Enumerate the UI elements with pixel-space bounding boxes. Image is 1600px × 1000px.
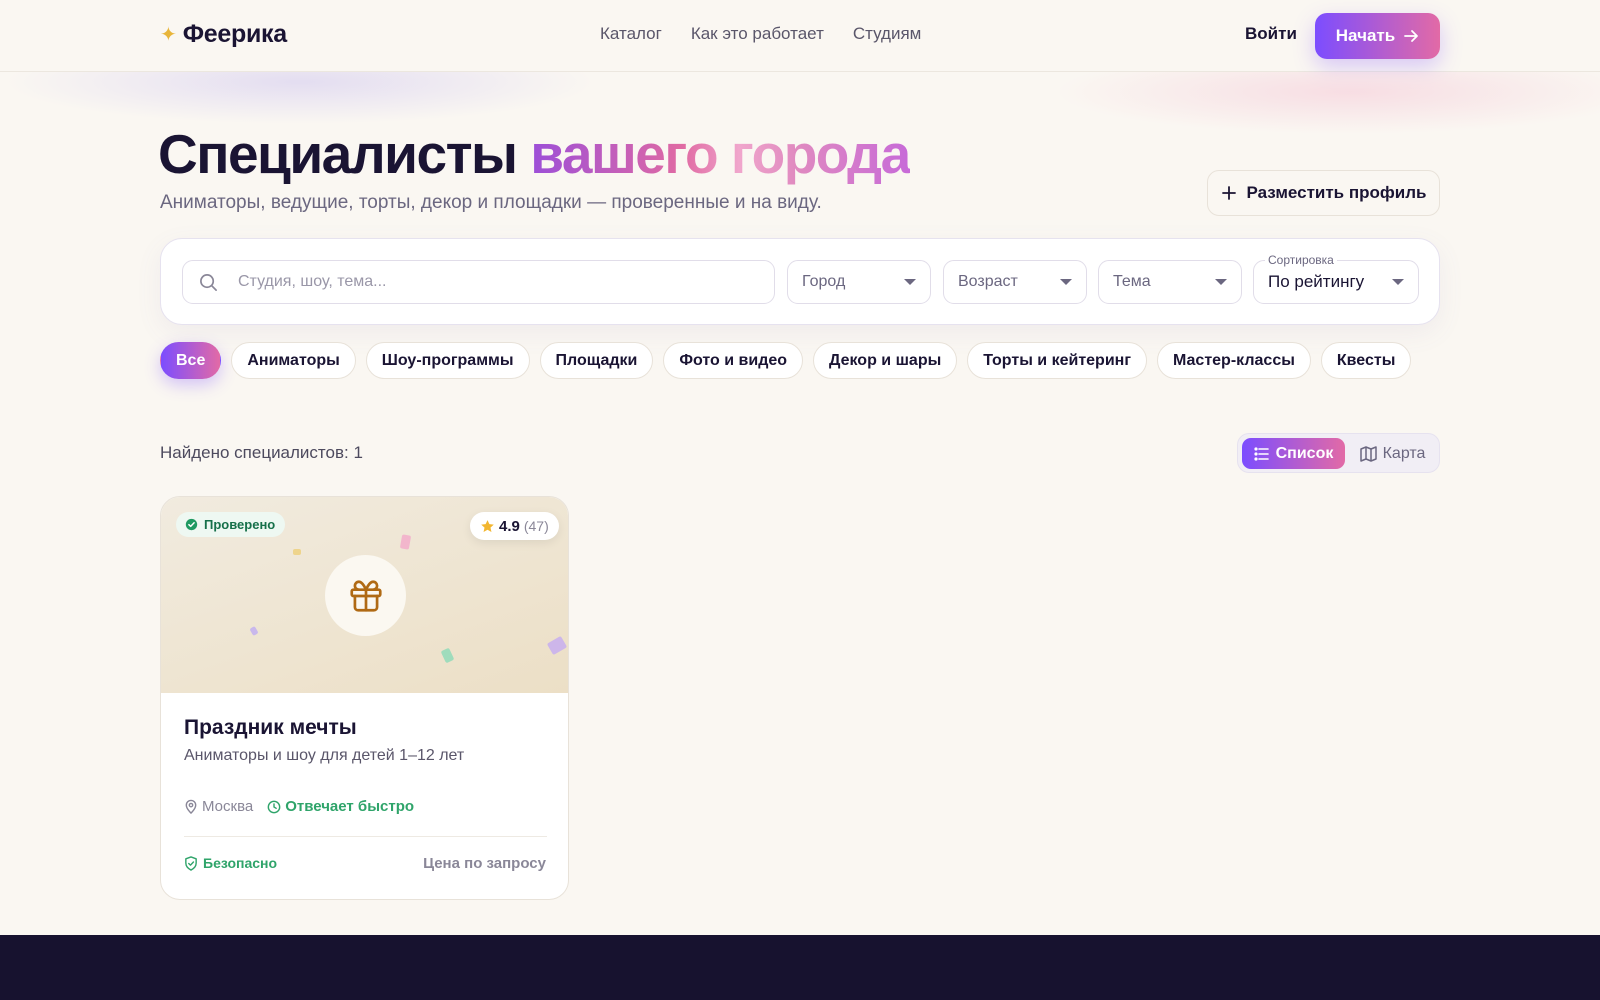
chip-decor[interactable]: Декор и шары xyxy=(813,342,958,379)
filter-panel: Город Возраст Тема По рейтингу xyxy=(160,238,1440,325)
verified-badge: Проверено xyxy=(176,512,286,537)
card-response-label: Отвечает быстро xyxy=(285,798,415,815)
star-icon xyxy=(481,519,494,532)
city-select[interactable]: Город xyxy=(787,260,931,304)
rating-value: 4.9 xyxy=(499,517,520,535)
confetti-piece xyxy=(399,534,412,550)
shield-check-icon xyxy=(185,855,197,871)
search-icon xyxy=(200,273,217,291)
card-meta: Москва Отвечает быстро xyxy=(184,798,414,815)
card-divider xyxy=(184,836,547,837)
specialist-card[interactable]: Проверено 4.9 (47) Праздник мечты Анимат… xyxy=(160,496,569,900)
top-header: ✦ Феерика Каталог Как это работает Студи… xyxy=(0,0,1600,72)
chip-animators[interactable]: Аниматоры xyxy=(231,342,356,379)
category-chips: Все Аниматоры Шоу-программы Площадки Фот… xyxy=(160,342,1412,379)
card-description: Аниматоры и шоу для детей 1–12 лет xyxy=(184,747,465,764)
chip-photo-video[interactable]: Фото и видео xyxy=(663,342,804,379)
verified-check-icon xyxy=(185,518,198,531)
logo[interactable]: ✦ Феерика xyxy=(160,20,287,49)
arrow-right-icon xyxy=(1404,30,1419,42)
chevron-down-icon xyxy=(1215,279,1227,285)
card-title: Праздник мечты xyxy=(184,716,357,739)
card-city: Москва xyxy=(184,798,253,815)
plus-icon xyxy=(1221,186,1236,200)
view-map-label: Карта xyxy=(1382,444,1426,462)
login-link[interactable]: Войти xyxy=(1245,24,1297,44)
place-profile-button[interactable]: Разместить профиль xyxy=(1207,170,1440,216)
place-profile-label: Разместить профиль xyxy=(1246,183,1427,202)
safe-label: Безопасно xyxy=(203,855,278,871)
verified-label: Проверено xyxy=(204,517,276,532)
location-pin-icon xyxy=(185,799,197,814)
card-cover: Проверено 4.9 (47) xyxy=(161,497,568,693)
chip-venues[interactable]: Площадки xyxy=(539,342,654,379)
gift-badge xyxy=(325,555,406,636)
nav-how-it-works[interactable]: Как это работает xyxy=(691,24,824,44)
city-select-value: Город xyxy=(802,273,846,290)
theme-select-value: Тема xyxy=(1113,273,1151,290)
chip-quests[interactable]: Квесты xyxy=(1320,342,1412,379)
safe-badge: Безопасно xyxy=(184,855,277,871)
chip-masterclasses[interactable]: Мастер-классы xyxy=(1157,342,1311,379)
chip-all[interactable]: Все xyxy=(160,342,222,379)
card-city-label: Москва xyxy=(202,798,254,815)
confetti-piece xyxy=(440,647,455,664)
clock-icon xyxy=(267,800,281,813)
results-count: Найдено специалистов: 1 xyxy=(160,443,363,462)
rating-count: (47) xyxy=(523,518,549,534)
chip-cakes-catering[interactable]: Торты и кейтеринг xyxy=(967,342,1147,379)
main-nav: Каталог Как это работает Студиям xyxy=(600,24,921,44)
search-input[interactable] xyxy=(238,273,738,291)
nav-for-studios[interactable]: Студиям xyxy=(853,24,922,44)
footer xyxy=(0,935,1600,1000)
confetti-piece xyxy=(546,635,568,656)
page-title-accent: вашего города xyxy=(530,123,911,185)
card-price: Цена по запросу xyxy=(423,855,546,872)
view-list-button[interactable]: Список xyxy=(1242,438,1345,469)
start-button[interactable]: Начать xyxy=(1315,13,1440,59)
confetti-piece xyxy=(293,549,301,555)
chevron-down-icon xyxy=(1060,279,1072,285)
sort-select-value: По рейтингу xyxy=(1268,272,1365,291)
view-map-button[interactable]: Карта xyxy=(1350,438,1435,469)
rating-badge: 4.9 (47) xyxy=(470,512,559,540)
view-toggle: Список Карта xyxy=(1237,433,1440,473)
gift-icon xyxy=(349,579,382,612)
age-select[interactable]: Возраст xyxy=(943,260,1087,304)
page-subtitle: Аниматоры, ведущие, торты, декор и площа… xyxy=(160,192,822,213)
start-button-label: Начать xyxy=(1335,26,1396,45)
view-list-label: Список xyxy=(1275,444,1334,462)
sparkle-icon: ✦ xyxy=(160,23,177,46)
logo-text: Феерика xyxy=(182,20,287,48)
page-title: Специалисты вашего города xyxy=(158,122,911,186)
theme-select[interactable]: Тема xyxy=(1098,260,1242,304)
chevron-down-icon xyxy=(904,279,916,285)
confetti-piece xyxy=(249,626,259,636)
card-response: Отвечает быстро xyxy=(267,798,414,815)
list-icon xyxy=(1254,446,1269,461)
page-title-main: Специалисты xyxy=(158,123,518,185)
chip-shows[interactable]: Шоу-программы xyxy=(365,342,530,379)
nav-catalog[interactable]: Каталог xyxy=(600,24,662,44)
sort-label: Сортировка xyxy=(1265,253,1337,267)
age-select-value: Возраст xyxy=(958,273,1018,290)
chevron-down-icon xyxy=(1392,279,1404,285)
search-box[interactable] xyxy=(182,260,775,304)
map-icon xyxy=(1359,445,1377,462)
